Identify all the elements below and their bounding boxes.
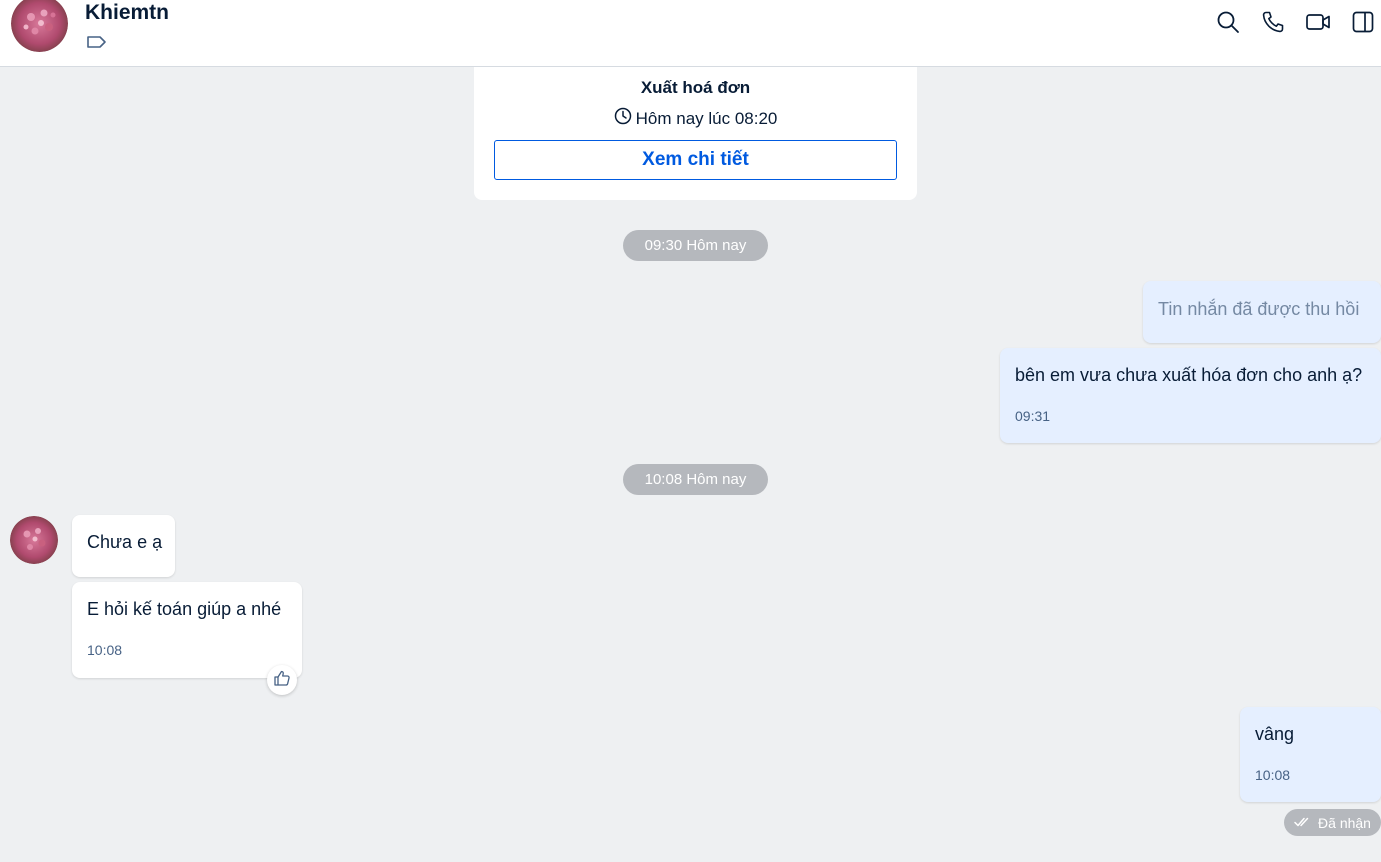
chat-header: Khiemtn [0, 0, 1381, 67]
time-divider: 09:30 Hôm nay [623, 230, 768, 261]
toggle-sidebar-button[interactable] [1349, 10, 1377, 38]
message-time: 10:08 [1255, 767, 1291, 783]
incoming-message[interactable]: Chưa e ạ [72, 515, 175, 577]
contact-name: Khiemtn [85, 1, 169, 24]
react-like-button[interactable] [267, 665, 297, 695]
search-button[interactable] [1214, 10, 1242, 38]
message-text: bên em vưa chưa xuất hóa đơn cho anh ạ? [1015, 365, 1363, 385]
video-call-button[interactable] [1304, 10, 1332, 38]
view-details-button[interactable]: Xem chi tiết [494, 140, 897, 180]
invoice-card: Xuất hoá đơn Hôm nay lúc 08:20 Xem chi t… [474, 67, 917, 200]
sender-avatar[interactable] [10, 516, 58, 564]
invoice-time: Hôm nay lúc 08:20 [474, 107, 917, 130]
message-text: E hỏi kế toán giúp a nhé [87, 599, 282, 619]
invoice-time-text: Hôm nay lúc 08:20 [635, 108, 778, 128]
message-text: Chưa e ạ [87, 532, 163, 552]
phone-icon [1261, 10, 1285, 39]
call-button[interactable] [1259, 10, 1287, 38]
double-check-icon [1294, 815, 1318, 831]
outgoing-message[interactable]: bên em vưa chưa xuất hóa đơn cho anh ạ? … [1000, 348, 1381, 443]
delivery-status-badge: Đã nhận [1284, 809, 1381, 836]
recalled-message[interactable]: Tin nhắn đã được thu hồi [1143, 281, 1381, 343]
delivery-status-text: Đã nhận [1318, 814, 1371, 831]
message-time: 10:08 [87, 642, 123, 658]
incoming-message[interactable]: E hỏi kế toán giúp a nhé 10:08 [72, 582, 302, 678]
message-text: Tin nhắn đã được thu hồi [1158, 299, 1360, 319]
tag-icon[interactable] [86, 34, 108, 50]
video-icon [1305, 10, 1331, 39]
clock-icon [614, 107, 636, 130]
outgoing-message[interactable]: vâng 10:08 [1240, 707, 1381, 802]
search-icon [1216, 10, 1240, 39]
time-divider: 10:08 Hôm nay [623, 464, 768, 495]
sidebar-toggle-icon [1351, 10, 1375, 39]
message-text: vâng [1255, 724, 1295, 744]
message-time: 09:31 [1015, 408, 1051, 424]
contact-avatar[interactable] [11, 0, 68, 52]
thumbs-up-icon [273, 669, 291, 692]
invoice-title: Xuất hoá đơn [640, 78, 751, 97]
message-list: Xuất hoá đơn Hôm nay lúc 08:20 Xem chi t… [0, 67, 1381, 862]
